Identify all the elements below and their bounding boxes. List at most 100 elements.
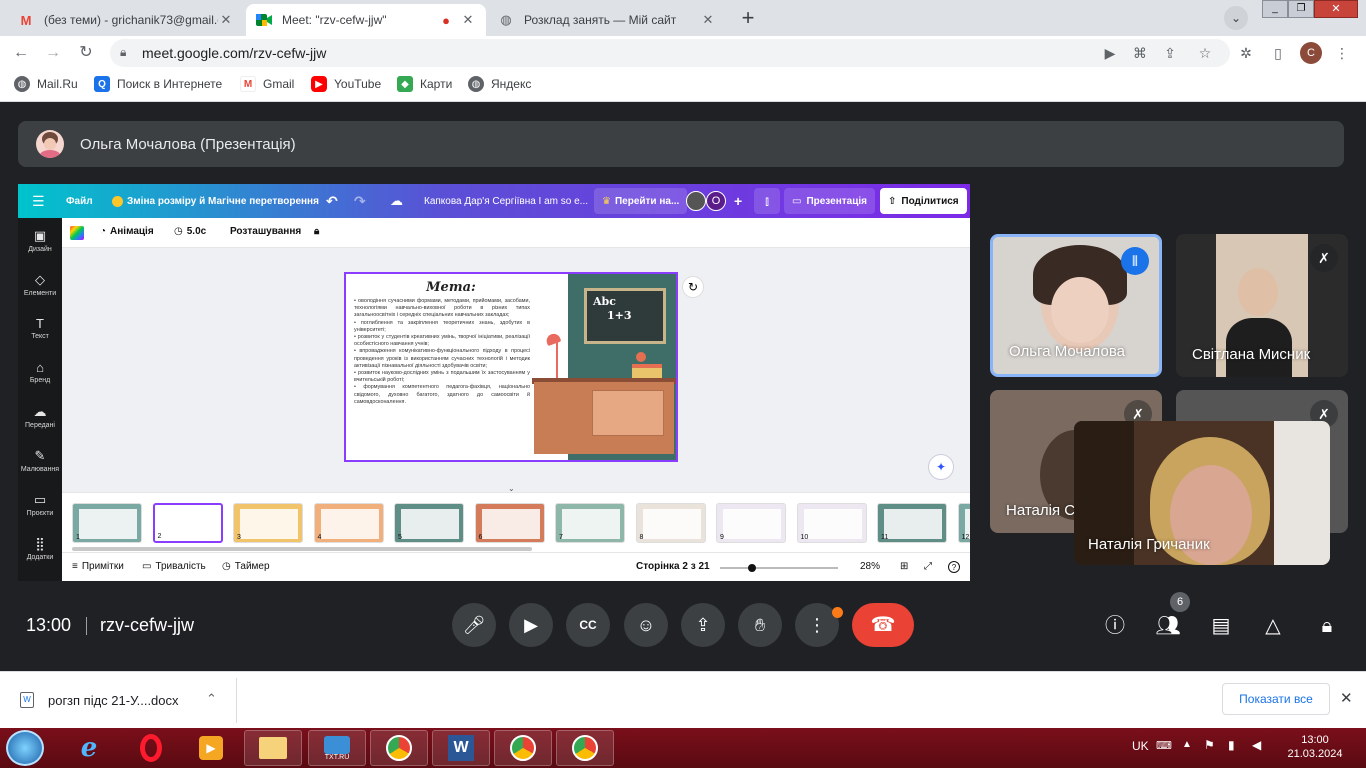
timer-button[interactable]: ◷ Таймер [222, 561, 270, 572]
animation-button[interactable]: ◔ Анімація [100, 226, 154, 237]
slide-thumbnail[interactable]: 7 [555, 503, 625, 543]
start-button[interactable] [6, 730, 44, 766]
lock-icon[interactable]: 🔒︎ [120, 45, 126, 60]
people-icon[interactable]: 👥︎ [1153, 611, 1183, 641]
meeting-info-icon[interactable]: ⓘ [1100, 611, 1130, 641]
close-icon[interactable]: ✕ [1340, 689, 1353, 707]
reactions-button[interactable]: ☺ [624, 603, 668, 647]
sidebar-item-apps[interactable]: ⣿ Додатки [18, 536, 62, 561]
present-button[interactable]: ▭ Презентація [784, 188, 875, 214]
sidebar-item-design[interactable]: ▣ Дизайн [18, 228, 62, 253]
insights-chart-icon[interactable]: ⫾ [754, 188, 780, 214]
extensions-icon[interactable]: ✲ [1236, 43, 1256, 63]
activities-icon[interactable]: △ [1258, 611, 1288, 641]
chat-icon[interactable]: ▤ [1206, 611, 1236, 641]
file-menu[interactable]: Файл [66, 184, 93, 218]
tab-meet[interactable]: Meet: "rzv-cefw-jjw" ● ✕ [246, 4, 486, 36]
volume-icon[interactable]: ◀ [1252, 738, 1261, 752]
sidebar-item-text[interactable]: T Текст [18, 316, 62, 340]
position-button[interactable]: Розташування [230, 226, 301, 237]
tab-gmail[interactable]: M (без теми) - grichanik73@gmail.c ✕ [8, 4, 244, 36]
participant-tile-floating[interactable]: Наталія Гричаник [1074, 421, 1330, 565]
hamburger-menu-icon[interactable]: ☰ [32, 184, 45, 218]
txtru-app[interactable]: TXT.RU [308, 730, 366, 766]
refresh-icon[interactable]: ↻ [682, 276, 704, 298]
bookmark-gmail[interactable]: M Gmail [240, 76, 294, 92]
participant-tile[interactable]: ⦀ Ольга Мочалова [990, 234, 1162, 377]
participant-tile[interactable]: ✗ Світлана Мисник [1176, 234, 1348, 377]
resize-button[interactable]: Зміна розміру й Магічне перетворення [112, 184, 319, 218]
slide-thumbnail[interactable]: 2 [152, 503, 223, 543]
taskbar-clock[interactable]: 13:00 21.03.2024 [1284, 733, 1346, 761]
raise-hand-button[interactable]: ✋︎ [738, 603, 782, 647]
color-palette-icon[interactable] [70, 226, 84, 240]
ie-icon[interactable]: e [60, 730, 118, 766]
slide-thumbnail[interactable]: 9 [716, 503, 786, 543]
reload-button[interactable]: ↻ [75, 42, 97, 64]
sidebar-item-draw[interactable]: ✎ Малювання [18, 448, 62, 473]
close-window-button[interactable]: ✕ [1314, 0, 1358, 18]
chrome-icon[interactable] [556, 730, 614, 766]
bookmark-youtube[interactable]: ▶ YouTube [311, 76, 381, 92]
translate-icon[interactable]: ⌘ [1130, 43, 1150, 63]
duration-button[interactable]: ◷ 5.0с [174, 226, 206, 237]
user-avatar[interactable]: O [706, 191, 726, 211]
magic-sparkle-icon[interactable]: ✦ [928, 454, 954, 480]
bookmark-search[interactable]: Q Поиск в Интернете [94, 76, 222, 92]
tab-schedule[interactable]: ◍ Розклад занять — Мій сайт ✕ [488, 4, 726, 36]
present-screen-button[interactable]: ⇪ [681, 603, 725, 647]
slide-thumbnail[interactable]: 8 [635, 503, 706, 543]
document-title[interactable]: Капкова Дар'я Сергіївна I am so e... [424, 184, 588, 218]
chrome-icon[interactable] [370, 730, 428, 766]
media-player-icon[interactable]: ▶ [182, 730, 240, 766]
omnibox[interactable]: 🔒︎ meet.google.com/rzv-cefw-jjw ▶ ⌘ ⇪ ☆ [110, 39, 1230, 67]
sidepanel-icon[interactable]: ▯ [1268, 43, 1288, 63]
close-icon[interactable]: ✕ [218, 12, 234, 28]
minimize-button[interactable]: _ [1262, 0, 1288, 18]
back-button[interactable]: ← [10, 42, 32, 64]
slide-preview[interactable]: Мета: • оволодіння сучасними формами, ме… [344, 272, 678, 462]
cloud-save-icon[interactable]: ☁ [390, 184, 403, 218]
share-icon[interactable]: ⇪ [1160, 43, 1180, 63]
tray-up-icon[interactable]: ▲ [1182, 739, 1192, 750]
sidebar-item-elements[interactable]: ◇ Елементи [18, 272, 62, 297]
fullscreen-icon[interactable]: ⤢ [924, 561, 932, 572]
camera-icon[interactable]: ▶ [1100, 43, 1120, 63]
slide-thumbnail[interactable]: 6 [474, 503, 545, 543]
opera-icon[interactable] [122, 730, 180, 766]
chrome-icon[interactable] [494, 730, 552, 766]
download-filename[interactable]: рогзп підс 21-У....docx [48, 693, 179, 708]
captions-button[interactable]: CC [566, 603, 610, 647]
new-tab-button[interactable]: + [734, 4, 762, 32]
zoom-level[interactable]: 28% [860, 561, 880, 572]
notes-button[interactable]: ≡ Примітки [72, 561, 124, 572]
slide-thumbnail[interactable]: 10 [796, 503, 867, 543]
bookmark-star-icon[interactable]: ☆ [1195, 43, 1215, 63]
redo-icon[interactable]: ↷ [354, 184, 366, 218]
slide-thumbnail[interactable]: 3 [233, 503, 303, 543]
zoom-slider-thumb[interactable] [748, 564, 756, 572]
help-icon[interactable]: ? [948, 561, 960, 573]
grid-view-icon[interactable]: ⊞ [900, 561, 908, 572]
sidebar-item-uploads[interactable]: ☁ Передані [18, 404, 62, 429]
show-all-button[interactable]: Показати все [1222, 683, 1330, 715]
undo-icon[interactable]: ↶ [326, 184, 338, 218]
zoom-slider[interactable] [720, 564, 838, 572]
slide-thumbnail[interactable]: 5 [394, 503, 464, 543]
sidebar-item-brand[interactable]: ⌂ Бренд [18, 360, 62, 384]
slide-thumbnail[interactable]: 11 [877, 503, 947, 543]
camera-button[interactable]: ▶ [509, 603, 553, 647]
bookmark-mailru[interactable]: ◍ Mail.Ru [14, 76, 78, 92]
lock-icon[interactable]: 🔒︎ [314, 226, 319, 237]
bookmark-maps[interactable]: ◆ Карти [397, 76, 452, 92]
bookmark-yandex[interactable]: ◍ Яндекс [468, 76, 531, 92]
file-explorer-icon[interactable] [244, 730, 302, 766]
restore-button[interactable]: ❐ [1288, 0, 1314, 18]
flag-icon[interactable]: ⚑ [1204, 738, 1215, 752]
keyboard-icon[interactable]: ⌨ [1156, 739, 1172, 752]
network-signal-icon[interactable]: ▮ [1228, 738, 1235, 752]
leave-call-button[interactable]: ☎ [852, 603, 914, 647]
go-to-button[interactable]: ♛ Перейти на... [594, 188, 688, 214]
word-icon[interactable]: W [432, 730, 490, 766]
duration-toggle[interactable]: ▭ Тривалість [142, 561, 206, 572]
